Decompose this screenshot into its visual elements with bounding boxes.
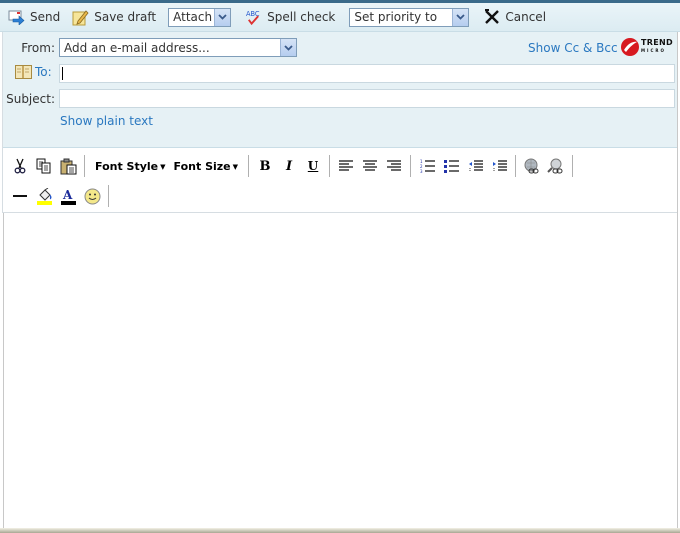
show-cc-bcc-link[interactable]: Show Cc & Bcc — [528, 41, 618, 55]
spell-check-label: Spell check — [267, 10, 336, 24]
toolbar-separator — [329, 155, 331, 177]
emoticon-button[interactable] — [80, 185, 104, 207]
toolbar-separator — [572, 155, 574, 177]
toolbar-row-2: A — [8, 183, 113, 209]
cancel-button[interactable]: Cancel — [483, 9, 546, 26]
bulleted-list-icon — [443, 160, 459, 173]
font-style-dropdown[interactable]: Font Style ▼ — [95, 160, 166, 173]
font-size-dropdown[interactable]: Font Size ▼ — [174, 160, 239, 173]
from-label: From: — [21, 41, 55, 55]
to-address-book-link[interactable]: To: — [15, 65, 52, 79]
trend-micro-logo-icon — [621, 38, 639, 56]
send-button[interactable]: Send — [8, 9, 60, 26]
align-right-button[interactable] — [382, 155, 406, 177]
send-mail-icon — [8, 9, 25, 26]
from-select-value: Add an e-mail address... — [64, 40, 210, 55]
bold-icon: B — [259, 158, 271, 174]
attach-select-value: Attach — [173, 10, 213, 24]
numbered-list-button[interactable]: 123 — [415, 155, 439, 177]
caret-down-icon: ▼ — [232, 162, 239, 171]
to-input[interactable] — [59, 64, 675, 83]
italic-button[interactable]: I — [277, 155, 301, 177]
scissors-icon — [14, 158, 26, 174]
to-label[interactable]: To: — [35, 65, 52, 79]
globe-link-icon — [524, 158, 539, 173]
insert-link-button[interactable] — [520, 155, 544, 177]
outdent-button[interactable] — [463, 155, 487, 177]
priority-select[interactable]: Set priority to — [349, 7, 470, 27]
right-border — [677, 32, 678, 213]
indent-icon — [492, 160, 507, 172]
numbered-list-icon: 123 — [420, 159, 435, 173]
message-body-editor[interactable] — [3, 213, 678, 528]
bulleted-list-button[interactable] — [439, 155, 463, 177]
logo-subtext: MICRO — [641, 48, 666, 53]
copy-button[interactable] — [32, 155, 56, 177]
font-color-icon: A — [60, 188, 76, 205]
send-label: Send — [30, 10, 61, 24]
horizontal-rule-icon — [13, 195, 27, 197]
paint-bucket-icon — [36, 187, 52, 205]
underline-button[interactable]: U — [301, 155, 325, 177]
logo-text: TREND — [641, 38, 673, 47]
svg-text:3: 3 — [420, 169, 423, 173]
text-cursor — [62, 67, 63, 80]
chevron-down-icon — [452, 8, 469, 26]
copy-icon — [36, 158, 51, 174]
spell-check-button[interactable]: ABC Spell check — [245, 9, 335, 26]
align-left-icon — [339, 160, 354, 171]
subject-label: Subject: — [6, 92, 55, 106]
message-header: From: Add an e-mail address... Show Cc &… — [3, 32, 677, 148]
cancel-label: Cancel — [505, 10, 547, 24]
italic-icon: I — [285, 158, 293, 174]
attach-select[interactable]: Attach — [168, 7, 232, 27]
abc-check-icon: ABC — [245, 9, 262, 26]
align-left-button[interactable] — [334, 155, 358, 177]
pencil-notepad-icon — [72, 9, 89, 26]
subject-input[interactable] — [59, 89, 675, 108]
indent-button[interactable] — [487, 155, 511, 177]
toolbar-row-1: Font Style ▼ Font Size ▼ B I U 123 — [8, 153, 577, 179]
align-right-icon — [387, 160, 402, 171]
font-color-button[interactable]: A — [56, 185, 80, 207]
underline-icon: U — [307, 159, 319, 173]
toolbar-separator — [410, 155, 412, 177]
caret-down-icon: ▼ — [160, 162, 166, 171]
trend-micro-logo: TREND MICRO — [620, 37, 673, 57]
address-book-icon — [15, 65, 32, 79]
align-center-button[interactable] — [358, 155, 382, 177]
cut-button[interactable] — [8, 155, 32, 177]
window-bottom-bar — [0, 528, 680, 533]
paste-icon — [60, 158, 76, 174]
outdent-icon — [468, 160, 483, 172]
svg-text:A: A — [62, 188, 73, 202]
bold-button[interactable]: B — [253, 155, 277, 177]
search-link-icon — [547, 158, 563, 173]
compose-toolbar: Send Save draft Attach ABC Spell check S… — [0, 3, 680, 32]
toolbar-separator — [108, 185, 109, 207]
toolbar-separator — [84, 155, 85, 177]
save-draft-label: Save draft — [94, 10, 157, 24]
rich-text-toolbar: Font Style ▼ Font Size ▼ B I U 123 A — [3, 149, 677, 213]
toolbar-separator — [248, 155, 250, 177]
chevron-down-icon — [280, 39, 296, 56]
priority-select-value: Set priority to — [354, 10, 438, 24]
chevron-down-icon — [214, 8, 231, 26]
show-plain-text-link[interactable]: Show plain text — [60, 114, 153, 128]
horizontal-rule-button[interactable] — [8, 185, 32, 207]
font-size-label: Font Size — [173, 159, 231, 173]
highlight-color-button[interactable] — [32, 185, 56, 207]
remove-link-button[interactable] — [544, 155, 568, 177]
from-select[interactable]: Add an e-mail address... — [59, 38, 297, 57]
smiley-icon — [84, 188, 100, 204]
toolbar-separator — [515, 155, 517, 177]
x-icon — [483, 9, 500, 26]
paste-button[interactable] — [56, 155, 80, 177]
align-center-icon — [363, 160, 378, 171]
font-style-label: Font Style — [95, 159, 159, 173]
save-draft-button[interactable]: Save draft — [72, 9, 156, 26]
